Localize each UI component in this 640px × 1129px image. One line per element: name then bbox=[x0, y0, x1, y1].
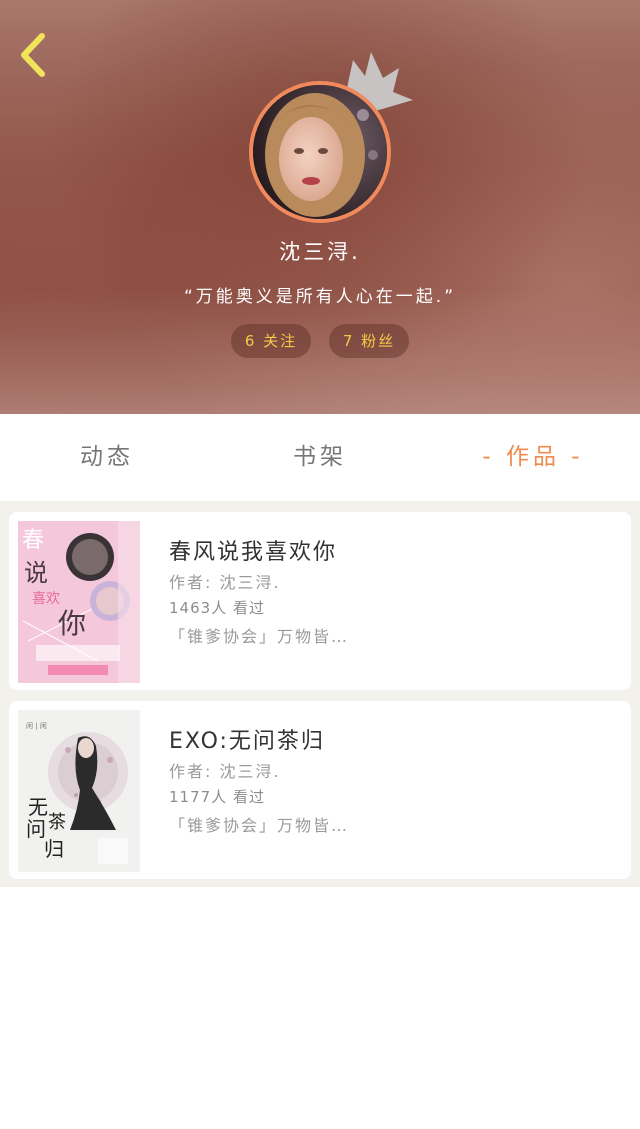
book-cover: 春 说 喜欢 你 bbox=[18, 521, 140, 683]
book-cover-art: 闲 | 闲 无 问 茶 归 bbox=[18, 710, 140, 872]
cover-title-char-3: 茶 bbox=[48, 812, 66, 833]
profile-header: 沈三浔. “万能奥义是所有人心在一起.” 6 关注 7 粉丝 bbox=[0, 0, 640, 414]
cover-title-char-3: 喜欢 bbox=[32, 591, 60, 607]
book-title: EXO:无问茶归 bbox=[169, 729, 325, 754]
avatar[interactable] bbox=[249, 81, 391, 223]
book-views: 1463人 看过 bbox=[169, 599, 265, 617]
book-description: 「锥爹协会」万物皆… bbox=[169, 816, 350, 835]
book-author: 作者: 沈三浔. bbox=[169, 573, 281, 592]
book-views: 1177人 看过 bbox=[169, 788, 265, 806]
cover-title-char-4: 归 bbox=[44, 837, 64, 861]
cover-title-char-1: 无 bbox=[28, 795, 48, 819]
list-item[interactable]: 闲 | 闲 无 问 茶 归 EXO:无问茶归 作者: 沈三浔. 1177人 看过… bbox=[9, 701, 631, 879]
cover-title-char-1: 春 bbox=[22, 528, 44, 553]
profile-motto: “万能奥义是所有人心在一起.” bbox=[183, 287, 457, 307]
book-author: 作者: 沈三浔. bbox=[169, 762, 281, 781]
tab-feed[interactable]: 动态 bbox=[40, 414, 174, 501]
back-button[interactable] bbox=[14, 30, 54, 80]
tab-bar: 动态 书架 - 作品 - bbox=[0, 414, 640, 501]
cover-subtitle: 闲 | 闲 bbox=[26, 721, 47, 730]
book-title: 春风说我喜欢你 bbox=[169, 540, 338, 565]
fans-count-button[interactable]: 7 粉丝 bbox=[329, 324, 409, 358]
book-cover: 闲 | 闲 无 问 茶 归 bbox=[18, 710, 140, 872]
cover-title-char-4: 你 bbox=[58, 607, 86, 640]
profile-page: 沈三浔. “万能奥义是所有人心在一起.” 6 关注 7 粉丝 动态 书架 - 作… bbox=[0, 0, 640, 1129]
tab-bookshelf[interactable]: 书架 bbox=[253, 414, 387, 501]
tab-works[interactable]: - 作品 - bbox=[466, 414, 600, 501]
cover-title-char-2: 说 bbox=[24, 559, 48, 587]
list-item[interactable]: 春 说 喜欢 你 春风说我喜欢你 作者: 沈三浔. 1463人 看过 「锥爹协会… bbox=[9, 512, 631, 690]
chevron-left-icon bbox=[21, 33, 45, 77]
book-description: 「锥爹协会」万物皆… bbox=[169, 627, 350, 646]
following-count-button[interactable]: 6 关注 bbox=[231, 324, 311, 358]
book-cover-art: 春 说 喜欢 你 bbox=[18, 521, 140, 683]
works-list: 春 说 喜欢 你 春风说我喜欢你 作者: 沈三浔. 1463人 看过 「锥爹协会… bbox=[0, 501, 640, 887]
username: 沈三浔. bbox=[279, 240, 361, 264]
avatar-photo bbox=[253, 85, 387, 219]
cover-title-char-2: 问 bbox=[26, 817, 46, 841]
